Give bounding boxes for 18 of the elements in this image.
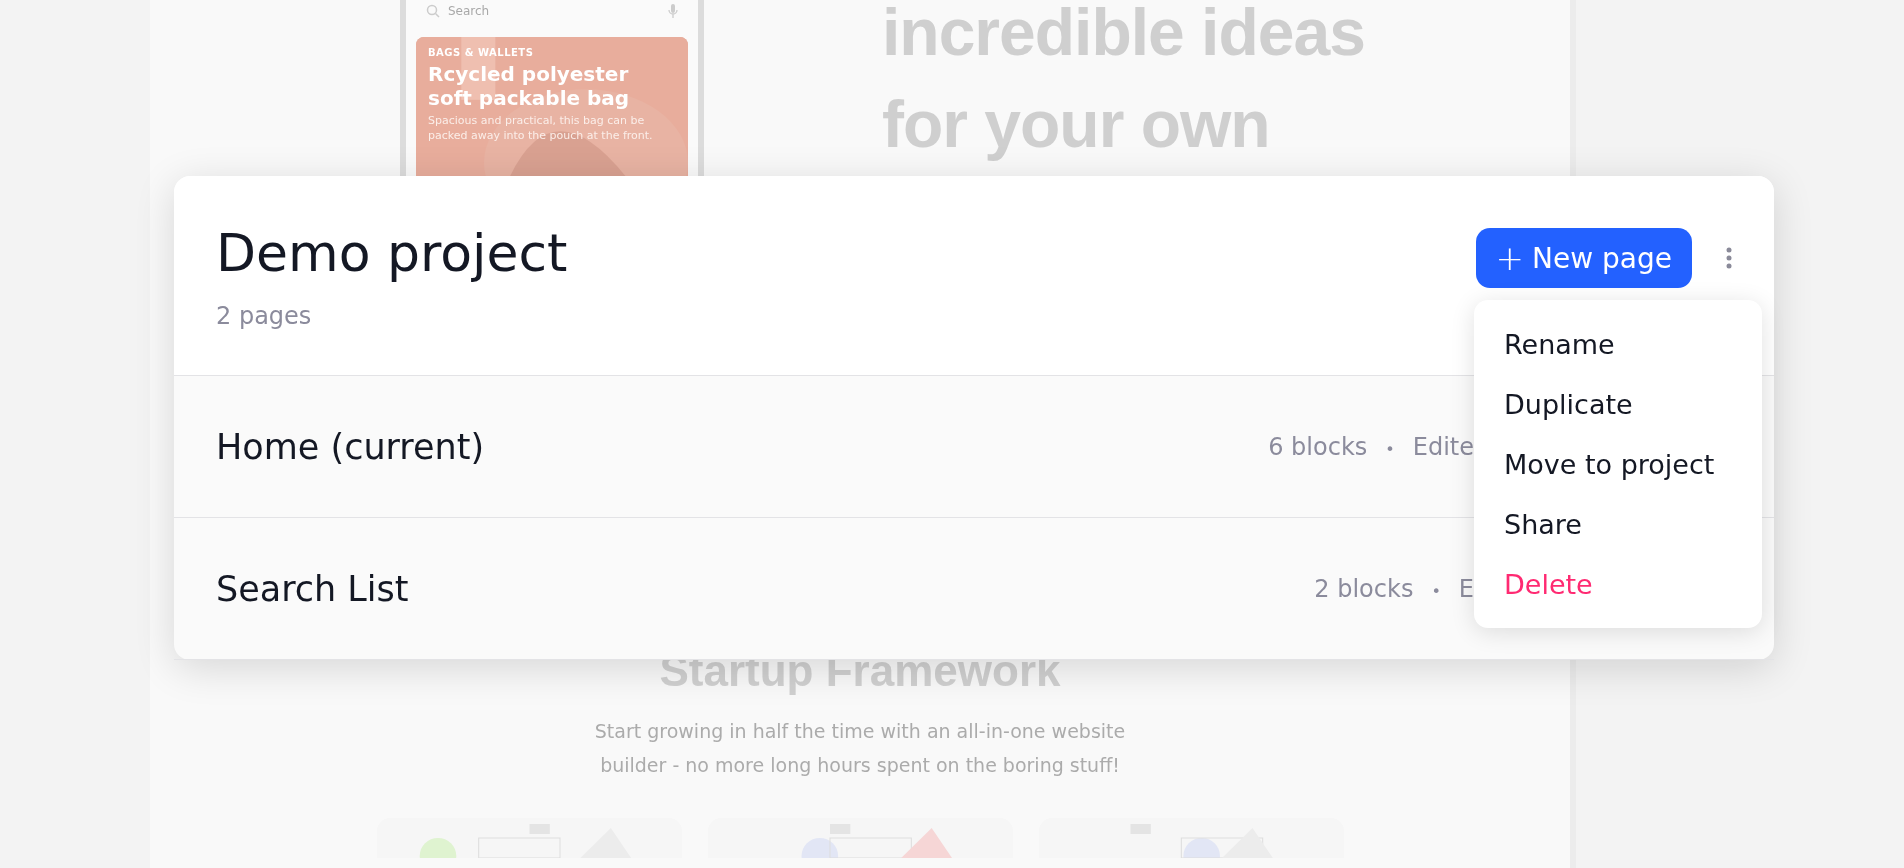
menu-item[interactable]: Rename [1474, 314, 1762, 374]
section-text: Start growing in half the time with an all-in-one website builder - no more long hours spent on the boring stuff! [593, 719, 1127, 778]
new-page-button[interactable]: + New page [1475, 228, 1692, 288]
menu-item[interactable]: Move to project [1474, 434, 1762, 494]
page-count: 2 pages [216, 302, 313, 330]
page-meta: 6 blocks • Edite [1268, 432, 1474, 461]
page-meta: 2 blocks • E [1314, 574, 1474, 603]
more-menu-icon[interactable] [1726, 247, 1732, 269]
menu-item[interactable]: Delete [1474, 554, 1762, 614]
category-label: BAGS & WALLETS [428, 47, 535, 59]
page-name: Home (current) [216, 426, 486, 467]
microphone-icon [668, 2, 678, 19]
menu-item[interactable]: Duplicate [1474, 374, 1762, 434]
page-name: Search List [216, 568, 410, 609]
project-title: Demo project [216, 222, 569, 284]
product-description: Spacious and practical, this bag can be packed away into the pouch at the front. [428, 114, 654, 145]
product-title: Rcycled polyester soft packable bag [428, 62, 631, 111]
search-icon [426, 3, 440, 18]
